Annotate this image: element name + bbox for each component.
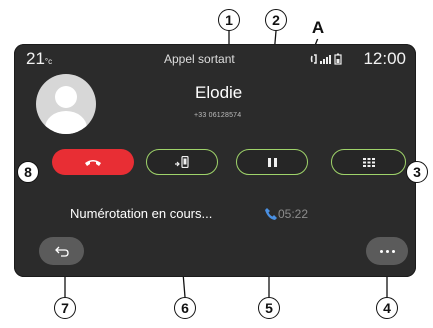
screen-title: Appel sortant [164, 52, 235, 66]
call-duration: 05:22 [278, 207, 309, 221]
more-options-button[interactable] [366, 237, 408, 265]
transfer-to-phone-button[interactable] [146, 149, 218, 175]
clock: 12:00 [363, 49, 406, 68]
contact-name: Elodie [195, 83, 243, 102]
callout-7: 7 [54, 297, 76, 319]
callout-2: 2 [265, 9, 287, 31]
temperature-readout: 21°c [26, 49, 53, 68]
back-button[interactable] [39, 237, 84, 265]
contact-number: +33 06128574 [194, 112, 242, 119]
callout-3: 3 [406, 161, 428, 183]
hang-up-button[interactable] [52, 149, 134, 175]
contact-avatar [36, 74, 96, 134]
callout-8: 8 [17, 161, 39, 183]
pause-button[interactable] [236, 149, 308, 175]
callout-6: 6 [174, 297, 196, 319]
person-silhouette-icon [45, 86, 87, 134]
phone-signal-battery-icon [310, 53, 342, 65]
hang-up-phone-icon [85, 160, 101, 166]
transfer-to-phone-icon [175, 156, 189, 168]
callout-5: 5 [258, 297, 280, 319]
keypad-button[interactable] [331, 149, 406, 175]
more-dots-icon [379, 249, 395, 253]
keypad-grid-icon [362, 157, 375, 167]
callout-1: 1 [218, 9, 240, 31]
dialing-status-text: Numérotation en cours... [70, 206, 213, 221]
phone-icon [265, 208, 277, 220]
back-arrow-icon [54, 246, 69, 257]
pause-icon [267, 157, 277, 167]
callout-4: 4 [376, 297, 398, 319]
phone-call-screen: 21°c Appel sortant 12:00 Elodie +33 0612… [14, 44, 416, 277]
callout-A: A [307, 17, 329, 39]
